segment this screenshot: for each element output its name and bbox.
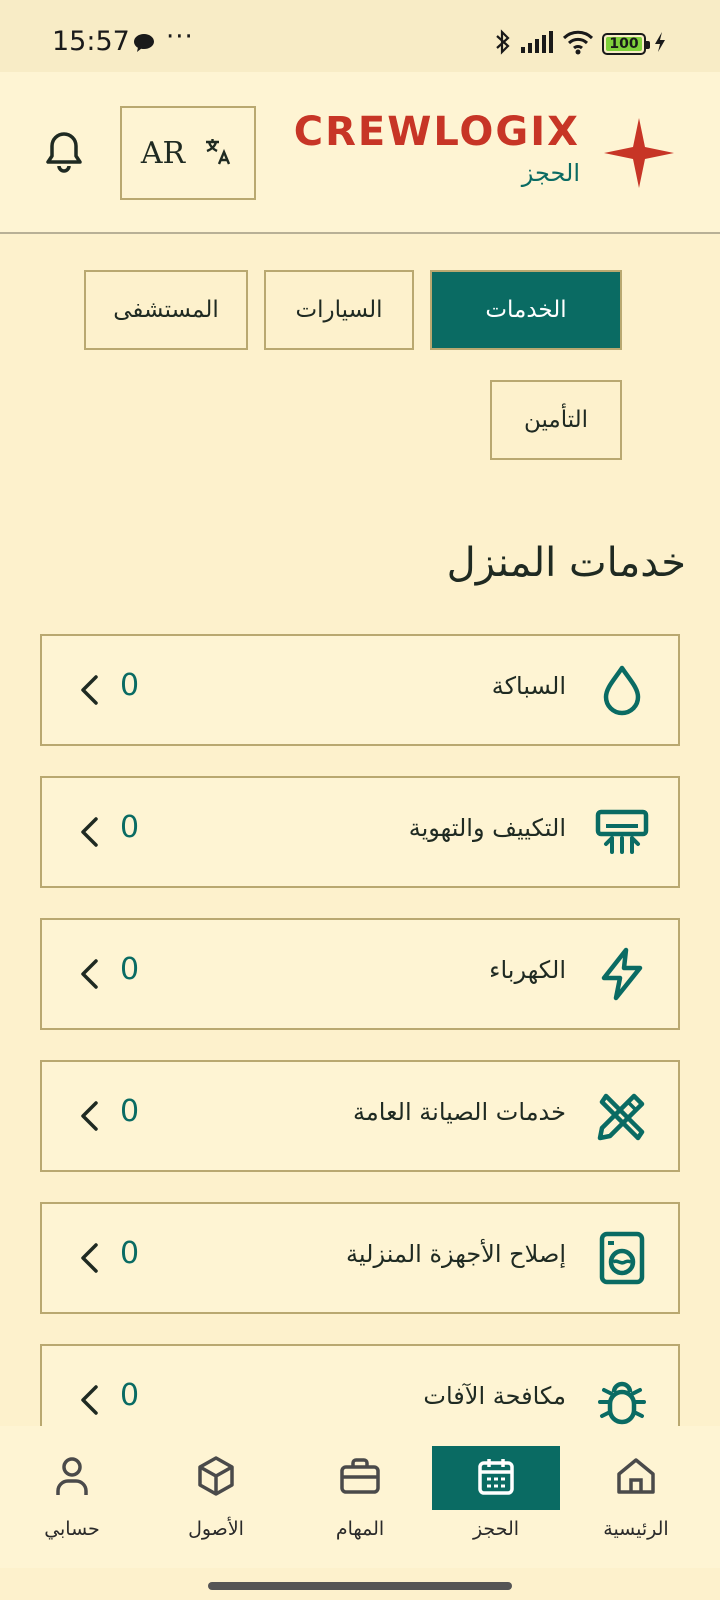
nav-label: الحجز (472, 1518, 520, 1540)
status-indicators: 100 (494, 28, 666, 60)
service-count: 0 (120, 668, 140, 703)
nav-label: الأصول (188, 1518, 244, 1540)
battery-icon: 100 (602, 33, 650, 55)
chevron-left-icon (78, 958, 100, 994)
air-conditioner-icon (594, 804, 650, 860)
status-more-dots: ··· (166, 22, 194, 52)
home-icon (615, 1456, 657, 1500)
services-list: السباكة 0 التكييف والتهوية 0 الكهرباء 0 … (40, 634, 680, 1426)
brand-block: CREWLOGIX الحجز (294, 108, 580, 190)
tab-insurance[interactable]: التأمين (490, 380, 622, 460)
bluetooth-icon (494, 28, 512, 60)
service-item-appliance-repair[interactable]: إصلاح الأجهزة المنزلية 0 (40, 1202, 680, 1314)
home-indicator[interactable] (208, 1582, 512, 1590)
service-count: 0 (120, 1378, 140, 1413)
service-count: 0 (120, 810, 140, 845)
nav-assets[interactable]: الأصول (152, 1446, 280, 1556)
nav-home[interactable]: الرئيسية (572, 1446, 700, 1556)
battery-level: 100 (609, 36, 639, 52)
nav-label: حسابي (44, 1518, 100, 1540)
service-item-plumbing[interactable]: السباكة 0 (40, 634, 680, 746)
chevron-left-icon (78, 674, 100, 710)
signal-icon (520, 30, 554, 58)
chat-notification-icon (132, 32, 156, 58)
nav-booking[interactable]: الحجز (432, 1446, 560, 1556)
calendar-icon (477, 1456, 515, 1500)
service-label: التكييف والتهوية (408, 814, 566, 842)
translate-icon (203, 135, 235, 171)
brand-star-logo-icon (602, 116, 676, 194)
service-label: السباكة (491, 672, 566, 700)
service-label: الكهرباء (489, 956, 566, 984)
service-label: مكافحة الآفات (423, 1382, 566, 1410)
status-bar: 15:57 ··· 100 (0, 0, 720, 72)
lightning-icon (594, 946, 650, 1002)
bug-icon (594, 1372, 650, 1426)
tab-hospital[interactable]: المستشفى (84, 270, 248, 350)
chevron-left-icon (78, 816, 100, 852)
chevron-left-icon (78, 1100, 100, 1136)
water-drop-icon (594, 662, 650, 718)
brand-name: CREWLOGIX (293, 109, 580, 155)
tab-services[interactable]: الخدمات (430, 270, 622, 350)
status-time: 15:57 (52, 26, 130, 57)
charging-icon (654, 31, 666, 57)
language-code: AR (140, 135, 186, 171)
tab-cars[interactable]: السيارات (264, 270, 414, 350)
service-label: خدمات الصيانة العامة (353, 1098, 566, 1126)
app-header: AR CREWLOGIX الحجز (0, 72, 720, 234)
service-label: إصلاح الأجهزة المنزلية (346, 1240, 566, 1268)
cube-icon (196, 1455, 236, 1501)
chevron-left-icon (78, 1242, 100, 1278)
service-item-general-maintenance[interactable]: خدمات الصيانة العامة 0 (40, 1060, 680, 1172)
briefcase-icon (339, 1457, 381, 1499)
page-subtitle: الحجز (521, 159, 580, 187)
wifi-icon (562, 29, 594, 59)
user-icon (54, 1455, 90, 1501)
service-count: 0 (120, 1236, 140, 1271)
nav-my-account[interactable]: حسابي (8, 1446, 136, 1556)
service-item-electricity[interactable]: الكهرباء 0 (40, 918, 680, 1030)
nav-label: الرئيسية (603, 1518, 669, 1540)
nav-tasks[interactable]: المهام (296, 1446, 424, 1556)
language-switch-button[interactable]: AR (120, 106, 256, 200)
bottom-navigation: حسابي الأصول المهام الحجز الرئيسية (0, 1426, 720, 1568)
section-title: خدمات المنزل (446, 540, 686, 586)
tools-icon (594, 1088, 650, 1144)
washing-machine-icon (594, 1230, 650, 1286)
nav-label: المهام (335, 1518, 385, 1540)
service-item-hvac[interactable]: التكييف والتهوية 0 (40, 776, 680, 888)
service-count: 0 (120, 952, 140, 987)
notifications-bell-icon[interactable] (44, 130, 84, 178)
chevron-left-icon (78, 1384, 100, 1420)
service-item-pest-control[interactable]: مكافحة الآفات 0 (40, 1344, 680, 1426)
service-count: 0 (120, 1094, 140, 1129)
